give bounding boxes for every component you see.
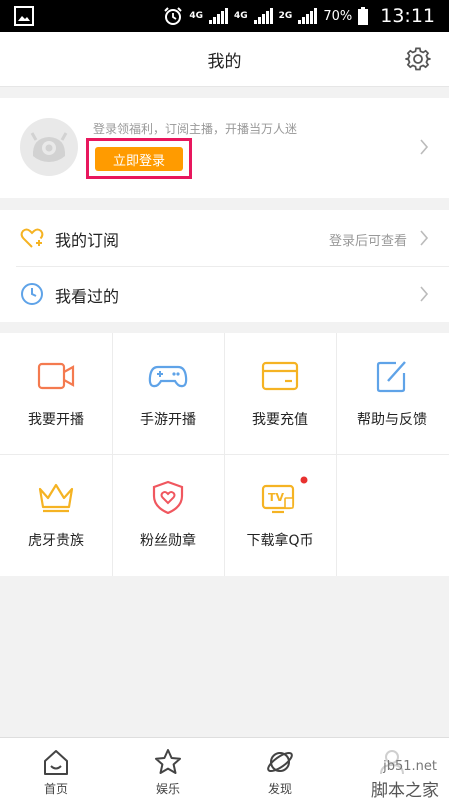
login-button[interactable]: 立即登录 xyxy=(95,147,183,171)
gamepad-icon xyxy=(148,365,188,388)
profile-card[interactable]: 登录领福利，订阅主播，开播当万人迷 立即登录 xyxy=(0,98,449,198)
heart-shield-icon xyxy=(152,480,184,514)
tv-icon: TV xyxy=(261,484,295,514)
grid-item-recharge[interactable]: 我要充值 xyxy=(224,333,336,454)
grid-item-download-qcoin[interactable]: TV 下载拿Q币 xyxy=(224,454,336,575)
watermark-name: 脚本之家 xyxy=(371,781,439,801)
list-item-hint: 登录后可查看 xyxy=(328,234,407,249)
settings-gear-icon[interactable] xyxy=(405,46,431,72)
battery-icon xyxy=(358,7,369,25)
tab-label: 娱乐 xyxy=(155,782,180,796)
tab-label: 首页 xyxy=(43,782,68,796)
notification-dot xyxy=(300,476,308,484)
grid-item-label: 手游开播 xyxy=(140,412,196,428)
tab-home[interactable]: 首页 xyxy=(0,738,112,801)
grid-item-label: 粉丝勋章 xyxy=(140,533,196,549)
star-icon xyxy=(155,749,181,774)
clock-icon xyxy=(21,283,43,305)
list-item-label: 我的订阅 xyxy=(55,231,120,250)
grid-item-label: 我要开播 xyxy=(28,412,84,428)
login-highlight-box: 立即登录 xyxy=(86,138,192,179)
battery-percent: 70% xyxy=(323,8,353,24)
edit-icon xyxy=(376,361,406,393)
tab-entertainment[interactable]: 娱乐 xyxy=(112,738,224,801)
grid-item-label: 我要充值 xyxy=(252,412,308,428)
heart-plus-icon xyxy=(20,228,44,248)
grid-item-nobility[interactable]: 虎牙贵族 xyxy=(0,454,112,575)
chevron-right-icon xyxy=(420,286,429,302)
page-title: 我的 xyxy=(207,52,242,72)
grid-item-label: 虎牙贵族 xyxy=(28,533,84,549)
signal-icon xyxy=(253,8,273,24)
list-item-history[interactable]: 我看过的 xyxy=(0,266,449,322)
grid-item-start-stream[interactable]: 我要开播 xyxy=(0,333,112,454)
list-item-label: 我看过的 xyxy=(55,287,120,306)
crown-icon xyxy=(38,483,74,513)
planet-icon xyxy=(267,751,293,773)
list-item-subscriptions[interactable]: 我的订阅 登录后可查看 xyxy=(0,210,449,266)
grid-item-fan-badge[interactable]: 粉丝勋章 xyxy=(112,454,224,575)
video-camera-icon xyxy=(37,362,75,390)
grid-item-label: 帮助与反馈 xyxy=(357,412,427,428)
feature-grid: 我要开播 手游开播 我要充值 帮助与反馈 虎牙贵族 粉丝勋章 TV 下载拿Q币 xyxy=(0,333,449,576)
promo-text: 登录领福利，订阅主播，开播当万人迷 xyxy=(93,122,298,136)
gallery-notification-icon xyxy=(14,6,34,26)
grid-item-label: 下载拿Q币 xyxy=(246,533,314,549)
menu-list: 我的订阅 登录后可查看 我看过的 xyxy=(0,210,449,322)
wallet-icon xyxy=(261,361,299,391)
chevron-right-icon xyxy=(420,139,429,155)
grid-item-mobile-game-stream[interactable]: 手游开播 xyxy=(112,333,224,454)
home-icon xyxy=(44,750,68,775)
watermark-site: jb51.net xyxy=(383,759,437,774)
network-type-3: 2G xyxy=(278,10,293,21)
watermark: jb51.net 脚本之家 xyxy=(315,742,445,801)
alarm-icon xyxy=(164,7,183,25)
grid-item-help-feedback[interactable]: 帮助与反馈 xyxy=(336,333,448,454)
network-type-2: 4G xyxy=(234,10,248,21)
avatar[interactable] xyxy=(20,118,78,176)
chevron-right-icon xyxy=(420,230,429,246)
clock: 13:11 xyxy=(380,5,435,27)
signal-icon xyxy=(209,8,229,24)
signal-icon xyxy=(298,8,318,24)
svg-text:TV: TV xyxy=(268,491,285,504)
header: 我的 xyxy=(0,32,449,87)
status-bar: 4G 4G 2G 70% 13:11 xyxy=(0,0,449,32)
network-type-1: 4G xyxy=(189,10,204,21)
